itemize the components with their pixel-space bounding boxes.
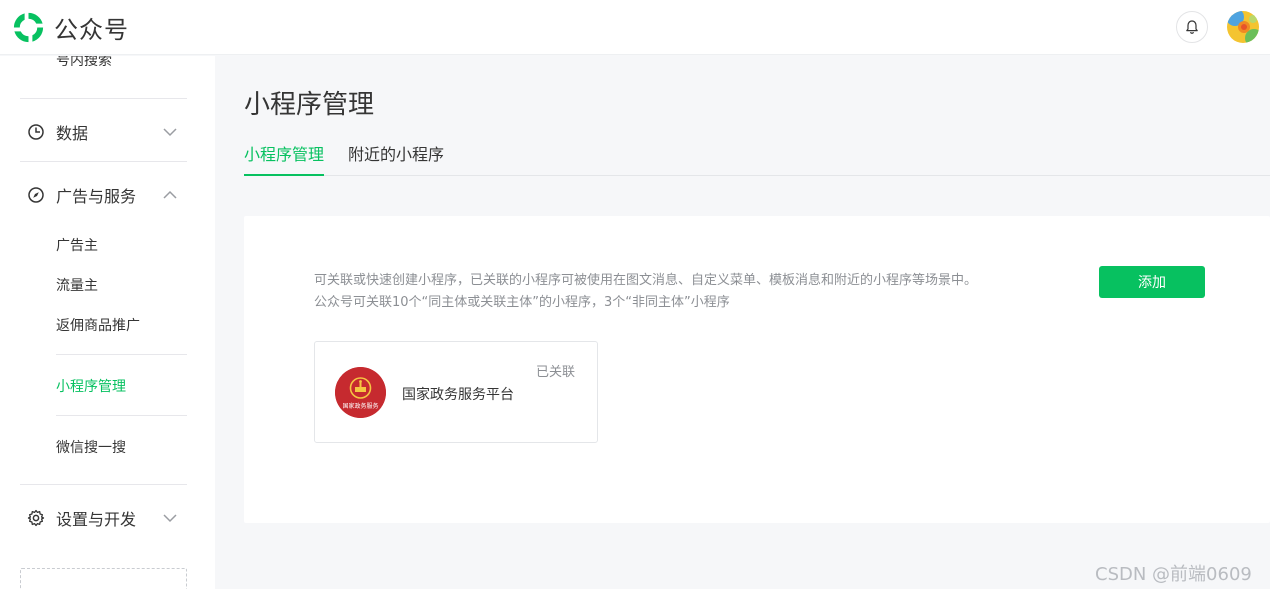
sidebar-group-data[interactable]: 数据 [27, 120, 187, 144]
page-title: 小程序管理 [244, 90, 375, 120]
tab-miniprogram-management[interactable]: 小程序管理 [244, 144, 325, 176]
sidebar-group-ads-services[interactable]: 广告与服务 [27, 183, 187, 207]
sidebar-group-label: 数据 [56, 124, 89, 143]
sidebar-group-label: 设置与开发 [56, 510, 137, 529]
sidebar-item-miniprogram-management[interactable]: 小程序管理 [56, 376, 126, 396]
miniprogram-card[interactable]: 国家政务服务 国家政务服务平台 已关联 [314, 341, 598, 443]
content-card: 可关联或快速创建小程序，已关联的小程序可被使用在图文消息、自定义菜单、模板消息和… [244, 216, 1270, 523]
description-line-2: 公众号可关联10个“同主体或关联主体”的小程序，3个“非同主体”小程序 [314, 295, 730, 310]
sidebar-item-search-in-account[interactable]: 号内搜索 [56, 56, 112, 66]
top-bar: 公众号 [0, 0, 1270, 55]
brand-name: 公众号 [54, 16, 129, 44]
avatar-image [1227, 11, 1259, 43]
sidebar-divider [56, 415, 187, 416]
national-emblem-icon: 国家政务服务 [335, 367, 386, 418]
tab-bar: 小程序管理 附近的小程序 [244, 144, 1270, 176]
sidebar-item-wechat-search[interactable]: 微信搜一搜 [56, 437, 126, 457]
mp-logo-caption: 国家政务服务 [342, 402, 378, 410]
sidebar-divider [20, 98, 187, 99]
sidebar-add-box[interactable] [20, 568, 187, 589]
sidebar-group-settings-dev[interactable]: 设置与开发 [27, 506, 187, 530]
user-avatar[interactable] [1227, 11, 1259, 43]
bell-icon [1186, 20, 1198, 34]
sidebar-divider [20, 161, 187, 162]
chevron-up-icon [163, 190, 177, 199]
compass-icon [27, 186, 45, 204]
sidebar-item-commission-promotion[interactable]: 返佣商品推广 [56, 315, 140, 335]
status-badge: 已关联 [536, 365, 576, 380]
sidebar-item-publisher[interactable]: 流量主 [56, 275, 98, 295]
miniprogram-name: 国家政务服务平台 [402, 387, 514, 403]
watermark: CSDN @前端0609 [1095, 564, 1252, 585]
sidebar-item-advertiser[interactable]: 广告主 [56, 235, 98, 255]
gear-icon [27, 509, 45, 527]
brand-logo[interactable]: 公众号 [11, 10, 129, 45]
sidebar-group-label: 广告与服务 [56, 187, 137, 206]
sidebar-divider [20, 484, 187, 485]
pie-chart-icon [27, 123, 45, 141]
sidebar: 号内搜索 数据 广告与服务 广告主 流量主 返佣商品推广 小程序管理 微信搜一搜… [0, 56, 215, 589]
notification-button[interactable] [1176, 11, 1208, 43]
chevron-down-icon [163, 128, 177, 137]
description-line-1: 可关联或快速创建小程序，已关联的小程序可被使用在图文消息、自定义菜单、模板消息和… [314, 273, 978, 288]
tab-nearby-miniprograms[interactable]: 附近的小程序 [348, 144, 444, 176]
chevron-down-icon [163, 514, 177, 523]
sidebar-divider [56, 354, 187, 355]
add-button[interactable]: 添加 [1099, 266, 1205, 298]
wechat-official-logo-icon [13, 12, 44, 43]
